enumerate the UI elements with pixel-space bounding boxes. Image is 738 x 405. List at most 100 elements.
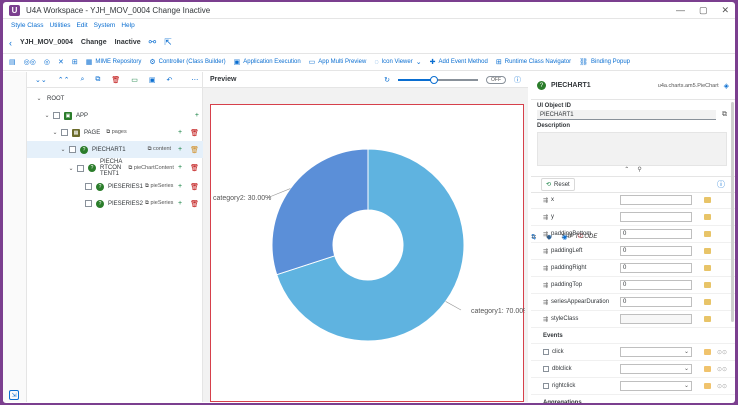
- more-icon[interactable]: ⋯: [191, 76, 198, 84]
- menu-help[interactable]: Help: [121, 22, 134, 29]
- paste-icon[interactable]: ▣: [149, 76, 156, 84]
- binding-icon[interactable]: [704, 197, 711, 203]
- property-input[interactable]: 0: [620, 263, 692, 273]
- target-icon[interactable]: ◎: [44, 58, 50, 66]
- tools-icon[interactable]: ✕: [58, 58, 64, 66]
- pin-icon[interactable]: ⚲: [637, 166, 641, 176]
- binding-popup-button[interactable]: ⛓ Binding Popup: [579, 58, 630, 66]
- add-event-method-button[interactable]: ✚ Add Event Method: [430, 58, 488, 66]
- chevron-up-icon[interactable]: ⌃: [624, 166, 629, 176]
- delete-icon[interactable]: 🗑: [190, 146, 199, 154]
- chevron-down-icon[interactable]: ⌄: [67, 165, 75, 172]
- collapse-all-icon[interactable]: ⌃⌃: [58, 76, 70, 84]
- property-input[interactable]: 0: [620, 229, 692, 239]
- binoculars-icon[interactable]: ⚯: [149, 37, 157, 48]
- event-method-icon[interactable]: [704, 366, 711, 372]
- binding-icon[interactable]: [704, 214, 711, 220]
- zoom-slider[interactable]: [398, 75, 478, 84]
- tree-node-pieseries2[interactable]: ? PIESERIES2 ⧉ pieSeries + 🗑: [27, 195, 203, 212]
- chevron-down-icon[interactable]: ⌄: [59, 146, 67, 153]
- chevron-down-icon[interactable]: ⌄: [35, 95, 43, 102]
- binding-icon[interactable]: [704, 231, 711, 237]
- delete-icon[interactable]: 🗑: [190, 200, 199, 208]
- menu-utilities[interactable]: Utilities: [50, 22, 71, 29]
- delete-icon[interactable]: 🗑: [190, 164, 199, 172]
- maximize-icon[interactable]: ▢: [699, 5, 708, 16]
- menu-edit[interactable]: Edit: [76, 22, 87, 29]
- footer-menu-icon[interactable]: ⇲: [9, 390, 19, 400]
- copy-icon[interactable]: ⧉: [722, 111, 727, 119]
- event-link-icon[interactable]: ⊙⊙: [717, 349, 727, 356]
- glasses-icon[interactable]: ◎◎: [24, 58, 36, 66]
- application-execution-button[interactable]: ▣ Application Execution: [234, 58, 301, 66]
- node-checkbox[interactable]: [85, 183, 92, 190]
- add-icon[interactable]: +: [178, 129, 182, 137]
- mime-repository-button[interactable]: ▦ MIME Repository: [86, 58, 142, 66]
- event-method-icon[interactable]: [704, 349, 711, 355]
- chevron-down-icon[interactable]: ⌄: [43, 112, 51, 119]
- menu-system[interactable]: System: [94, 22, 116, 29]
- controller-button[interactable]: ⚙ Controller (Class Builder): [149, 58, 225, 66]
- pie-slice-category2[interactable]: [271, 148, 369, 276]
- delete-icon[interactable]: 🗑: [111, 76, 120, 84]
- event-method-icon[interactable]: [704, 383, 711, 389]
- add-icon[interactable]: +: [195, 112, 199, 119]
- undo-icon[interactable]: ↶: [167, 76, 173, 84]
- icon-viewer-button[interactable]: ◌ Icon Viewer ⌄: [374, 58, 421, 67]
- class-nav-icon[interactable]: ◈: [724, 82, 729, 90]
- chevron-down-icon[interactable]: ⌄: [51, 129, 59, 136]
- event-handler-select[interactable]: [620, 364, 692, 374]
- tree-node-pieseries1[interactable]: ? PIESERIES1 ⧉ pieSeries + 🗑: [27, 178, 203, 195]
- reset-button[interactable]: ⟲ Reset: [541, 178, 575, 191]
- binding-icon[interactable]: [704, 248, 711, 254]
- property-input[interactable]: 0: [620, 280, 692, 290]
- comment-icon[interactable]: ▭: [131, 76, 138, 84]
- add-icon[interactable]: +: [178, 200, 182, 208]
- add-icon[interactable]: +: [178, 146, 182, 154]
- ui-object-id-input[interactable]: PIECHART1: [537, 110, 716, 120]
- delete-icon[interactable]: 🗑: [190, 129, 199, 137]
- node-checkbox[interactable]: [61, 129, 68, 136]
- help-icon[interactable]: ⓘ: [717, 179, 725, 190]
- expand-all-icon[interactable]: ⌄⌄: [35, 76, 47, 84]
- property-input[interactable]: 0: [620, 297, 692, 307]
- node-checkbox[interactable]: [53, 112, 60, 119]
- node-checkbox[interactable]: [69, 146, 76, 153]
- tree-node-page[interactable]: ⌄ ▦ PAGE ⧉ pages + 🗑: [27, 124, 203, 141]
- property-input[interactable]: [620, 195, 692, 205]
- copy-icon[interactable]: ⧉: [95, 76, 100, 84]
- hierarchy-icon[interactable]: ⊞: [72, 58, 78, 66]
- property-input[interactable]: [620, 314, 692, 324]
- event-checkbox[interactable]: [543, 349, 549, 355]
- binding-icon[interactable]: [704, 316, 711, 322]
- delete-icon[interactable]: 🗑: [190, 183, 199, 191]
- node-checkbox[interactable]: [85, 200, 92, 207]
- layout-icon[interactable]: ▤: [9, 58, 16, 66]
- description-textarea[interactable]: [537, 132, 727, 166]
- property-input[interactable]: 0: [620, 246, 692, 256]
- tree-node-piechart1[interactable]: ⌄ ? PIECHART1 ⧉ content + 🗑: [27, 141, 203, 158]
- add-icon[interactable]: +: [178, 183, 182, 191]
- preview-canvas[interactable]: category1: 70.00% category2: 30.00%: [210, 104, 529, 403]
- binding-icon[interactable]: [704, 265, 711, 271]
- zoom-slider-knob[interactable]: [430, 75, 438, 84]
- event-handler-select[interactable]: [620, 347, 692, 357]
- external-link-icon[interactable]: ⇱: [164, 37, 172, 48]
- pie-chart[interactable]: category1: 70.00% category2: 30.00%: [211, 105, 529, 403]
- menu-style-class[interactable]: Style Class: [11, 22, 44, 29]
- search-icon[interactable]: ⌕: [80, 76, 84, 84]
- binding-icon[interactable]: [704, 299, 711, 305]
- event-checkbox[interactable]: [543, 383, 549, 389]
- help-icon[interactable]: ⓘ: [514, 75, 521, 85]
- event-link-icon[interactable]: ⊙⊙: [717, 383, 727, 390]
- refresh-icon[interactable]: ↻: [384, 76, 390, 84]
- node-checkbox[interactable]: [77, 164, 84, 172]
- minimize-icon[interactable]: —: [676, 5, 685, 16]
- event-checkbox[interactable]: [543, 366, 549, 372]
- event-handler-select[interactable]: [620, 381, 692, 391]
- binding-icon[interactable]: [704, 282, 711, 288]
- app-multi-preview-button[interactable]: ▭ App Multi Preview: [309, 58, 367, 66]
- back-icon[interactable]: ‹: [9, 38, 12, 48]
- preview-toggle[interactable]: OFF: [486, 75, 506, 84]
- runtime-class-navigator-button[interactable]: ⊞ Runtime Class Navigator: [496, 58, 571, 66]
